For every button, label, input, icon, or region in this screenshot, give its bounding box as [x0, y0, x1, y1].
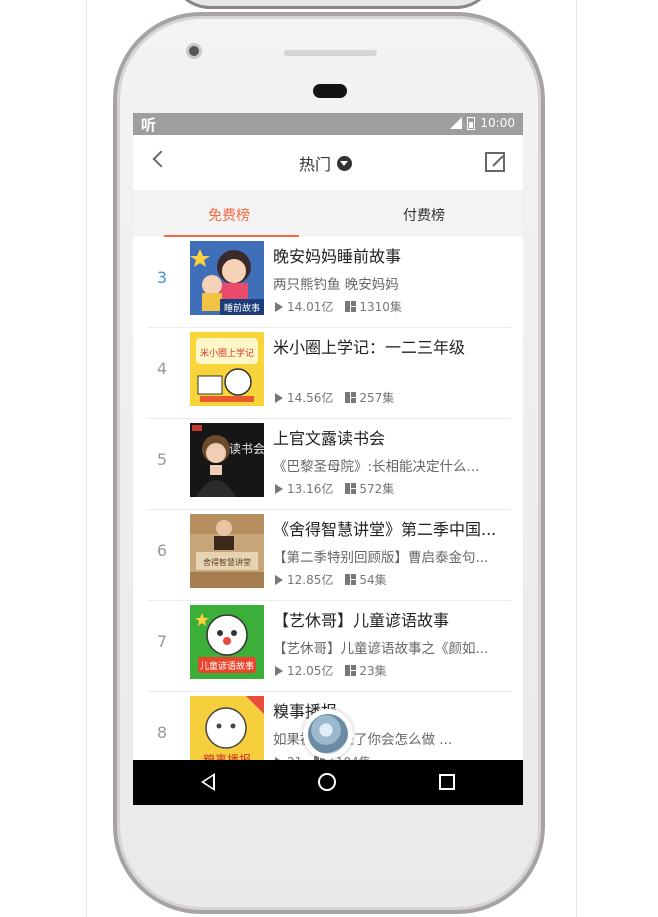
cover-text: 舍得智慧讲堂 [203, 557, 251, 567]
album-title: 晚安妈妈睡前故事 [273, 247, 402, 266]
album-subtitle: 两只熊钓鱼 晚安妈妈 [273, 277, 399, 293]
album-title: 【艺休哥】儿童谚语故事 [273, 611, 450, 630]
list-item[interactable]: 3 睡前故事 晚安妈妈睡前故事 两只熊钓鱼 晚安妈妈 14.01亿 1310集 [133, 237, 523, 328]
nav-home-icon[interactable] [318, 773, 336, 791]
album-cover: 糗事播报 [190, 696, 264, 770]
list-item[interactable]: 6 舍得智慧讲堂 《舍得智慧讲堂》第二季中国... 【第二季特别回顾版】曹启泰金… [133, 510, 523, 601]
rank-number: 8 [156, 723, 168, 742]
front-camera-icon [186, 43, 202, 59]
album-meta: 14.01亿 1310集 [275, 298, 402, 315]
page-border-right [576, 0, 577, 917]
rank-number: 3 [156, 268, 168, 287]
phone-screen: 听 10:00 热门 免费榜 付费榜 3 睡前故事 晚安妈妈睡前故事 两只熊钓鱼… [133, 113, 523, 805]
episode-count: 23集 [359, 664, 387, 678]
rank-number: 5 [156, 450, 168, 469]
play-count: 13.16亿 [287, 482, 334, 496]
now-playing-cover-icon [308, 714, 348, 754]
nav-recents-icon[interactable] [439, 774, 455, 790]
chevron-down-icon [337, 155, 353, 171]
album-meta: 12.05亿 23集 [275, 662, 387, 679]
list-item[interactable]: 5 读书会 上官文露读书会 《巴黎圣母院》:长相能决定什么... 13.16亿 [133, 419, 523, 510]
top-bar: 热门 [133, 135, 523, 190]
title-dropdown[interactable]: 热门 [299, 151, 353, 175]
cover-text: 儿童谚语故事 [200, 660, 254, 672]
previous-phone-bottom [170, 0, 496, 9]
play-count-icon [275, 301, 283, 312]
cover-text: 睡前故事 [224, 302, 260, 314]
battery-icon [467, 116, 476, 130]
earpiece [313, 84, 347, 98]
play-count: 12.05亿 [287, 664, 334, 678]
episodes-icon [345, 392, 357, 403]
page-border-left [86, 0, 87, 917]
album-title: 《舍得智慧讲堂》第二季中国... [273, 520, 497, 539]
album-cover: 米小圈上学记 [190, 332, 264, 406]
tab-paid-ranking[interactable]: 付费榜 [403, 205, 445, 225]
album-cover: 舍得智慧讲堂 [190, 514, 264, 588]
tab-free-ranking[interactable]: 免费榜 [208, 205, 250, 225]
album-subtitle: 《巴黎圣母院》:长相能决定什么... [273, 459, 480, 475]
play-count-icon [275, 574, 283, 585]
play-count-icon [275, 392, 283, 403]
episode-count: 572集 [359, 482, 395, 496]
cover-text: 米小圈上学记 [200, 347, 254, 359]
app-logo-icon: 听 [141, 116, 157, 134]
album-title: 上官文露读书会 [273, 429, 386, 448]
play-count-icon [275, 665, 283, 676]
episodes-icon [345, 301, 357, 312]
episodes-icon [345, 574, 357, 585]
mini-player-button[interactable] [303, 709, 353, 759]
page-title: 热门 [299, 155, 332, 174]
status-bar: 听 10:00 [133, 113, 523, 135]
episodes-icon [345, 665, 357, 676]
episode-count: 257集 [359, 391, 395, 405]
list-item[interactable]: 7 儿童谚语故事 【艺休哥】儿童谚语故事 【艺休哥】儿童谚语故事之《颜如... [133, 601, 523, 692]
rank-number: 7 [156, 632, 168, 651]
back-icon[interactable] [152, 150, 170, 168]
album-cover: 睡前故事 [190, 241, 264, 315]
episode-count: 1310集 [359, 300, 402, 314]
nav-back-icon[interactable] [201, 773, 215, 791]
play-count: 12.85亿 [287, 573, 334, 587]
ranking-tabs: 免费榜 付费榜 [133, 190, 523, 237]
episodes-icon [345, 483, 357, 494]
list-item[interactable]: 4 米小圈上学记 米小圈上学记：一二三年级 14.56亿 257集 [133, 328, 523, 419]
rank-number: 4 [156, 359, 168, 378]
share-icon[interactable] [485, 151, 506, 172]
album-cover: 读书会 [190, 423, 264, 497]
signal-icon [450, 117, 463, 129]
rank-number: 6 [156, 541, 168, 560]
album-meta: 13.16亿 572集 [275, 480, 394, 497]
album-title: 米小圈上学记：一二三年级 [273, 338, 466, 357]
episode-count: 54集 [359, 573, 387, 587]
album-meta: 14.56亿 257集 [275, 389, 394, 406]
album-subtitle: 【第二季特别回顾版】曹启泰金句... [273, 550, 489, 566]
play-count-icon [275, 483, 283, 494]
android-nav-bar [133, 760, 523, 805]
status-time: 10:00 [480, 116, 515, 130]
album-subtitle: 【艺休哥】儿童谚语故事之《颜如... [273, 641, 489, 657]
album-cover: 儿童谚语故事 [190, 605, 264, 679]
play-count: 14.56亿 [287, 391, 334, 405]
speaker-grille [284, 50, 377, 56]
play-count: 14.01亿 [287, 300, 334, 314]
album-meta: 12.85亿 54集 [275, 571, 387, 588]
cover-text: 读书会 [229, 442, 264, 456]
